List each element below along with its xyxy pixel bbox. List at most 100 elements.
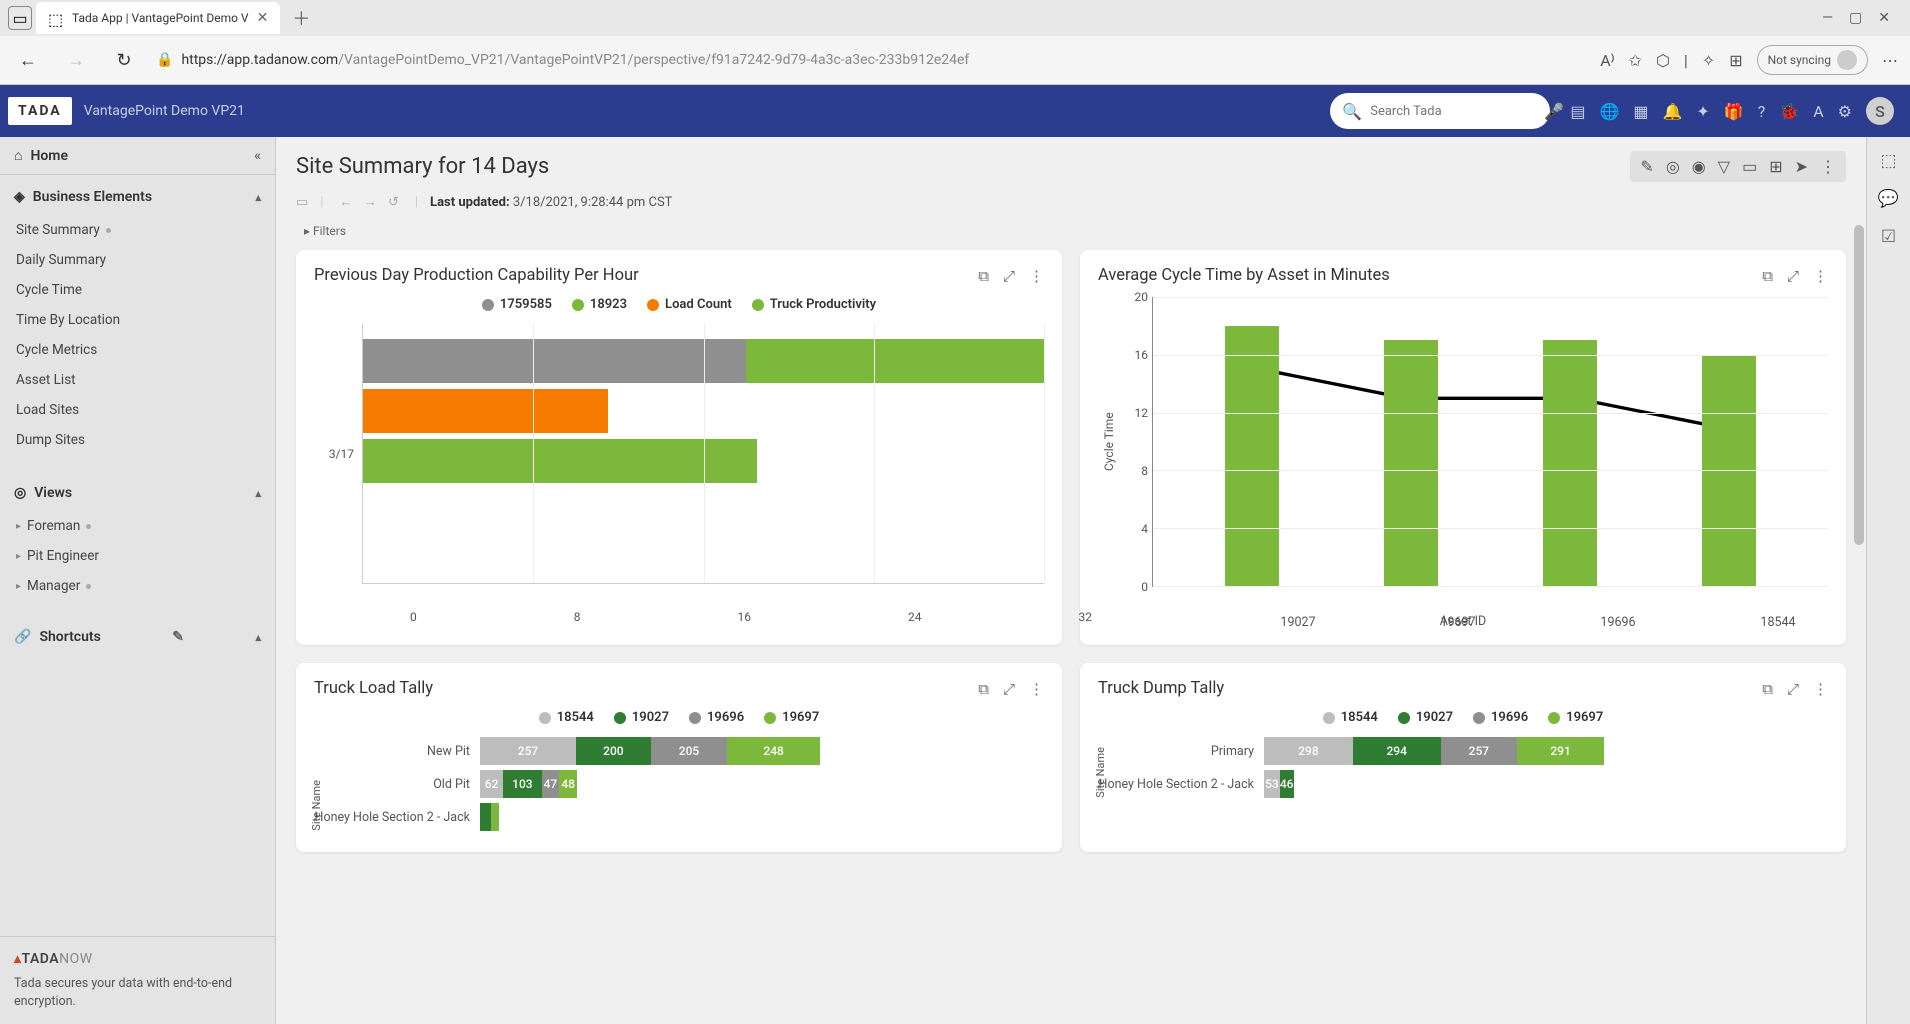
address-bar[interactable]: 🔒 https://app.tadanow.com/VantagePointDe… xyxy=(156,52,1584,68)
help-icon[interactable]: ? xyxy=(1758,102,1766,121)
view-toggle-icon[interactable]: ▭ xyxy=(296,195,308,210)
edit-icon[interactable]: ✎ xyxy=(1640,157,1653,176)
bell-icon[interactable]: 🔔 xyxy=(1662,102,1682,121)
sidebar-item[interactable]: Dump Sites xyxy=(16,425,261,455)
legend-item[interactable]: 19696 xyxy=(689,710,744,725)
back-icon[interactable]: ← xyxy=(335,195,356,210)
sidebar-item[interactable]: Cycle Time xyxy=(16,275,261,305)
more-icon[interactable]: ⋮ xyxy=(1813,267,1828,285)
sidebar-item[interactable]: Asset List xyxy=(16,365,261,395)
app-logo[interactable]: TADA xyxy=(8,97,72,125)
filters-toggle[interactable]: ▸ Filters xyxy=(296,220,1846,250)
legend-item[interactable]: 19697 xyxy=(764,710,819,725)
sidebar-item[interactable]: ▸Pit Engineer xyxy=(16,541,261,571)
sidebar-item[interactable]: Load Sites xyxy=(16,395,261,425)
collections-icon[interactable]: ⊞ xyxy=(1729,51,1742,70)
card-cycle-time: Average Cycle Time by Asset in Minutes ⧉… xyxy=(1080,250,1846,645)
section-header-views[interactable]: ◎ Views ▴ xyxy=(14,481,261,505)
shortcuts-label: Shortcuts xyxy=(39,629,100,645)
tab-actions-icon[interactable]: ▭ xyxy=(8,6,32,30)
pin-icon[interactable]: ◉ xyxy=(1692,157,1706,176)
bug-icon[interactable]: 🐞 xyxy=(1779,102,1799,121)
legend-item[interactable]: Load Count xyxy=(647,297,732,312)
sync-badge[interactable]: Not syncing xyxy=(1757,45,1868,75)
forward-button[interactable]: → xyxy=(60,44,92,76)
send-icon[interactable]: ➤ xyxy=(1795,157,1808,176)
legend-item[interactable]: 19696 xyxy=(1473,710,1528,725)
more-icon[interactable]: ⋯ xyxy=(1882,51,1898,70)
copy-icon[interactable]: ⧉ xyxy=(978,680,989,698)
forward-icon[interactable]: → xyxy=(360,195,381,210)
font-icon[interactable]: A xyxy=(1813,102,1823,121)
card-title: Truck Dump Tally xyxy=(1098,679,1762,698)
section-header-shortcuts[interactable]: 🔗 Shortcuts ✎ ▴ xyxy=(14,627,261,647)
expand-icon[interactable]: ⤢ xyxy=(1003,680,1015,698)
browser-tab[interactable]: ⬚ Tada App | VantagePoint Demo V ✕ xyxy=(36,2,280,34)
legend-item[interactable]: 18544 xyxy=(1323,710,1378,725)
mic-icon[interactable]: 🎤 xyxy=(1544,102,1564,121)
sidebar-item[interactable]: ▸Foreman xyxy=(16,511,261,541)
read-aloud-icon[interactable]: A⁾ xyxy=(1600,51,1614,70)
sidebar-item[interactable]: Time By Location xyxy=(16,305,261,335)
chevron-up-icon: ▴ xyxy=(255,487,261,500)
sidebar-section-views: ◎ Views ▴ ▸Foreman▸Pit Engineer▸Manager xyxy=(0,471,275,617)
more-icon[interactable]: ⋮ xyxy=(1029,267,1044,285)
expand-icon[interactable]: ⤢ xyxy=(1787,680,1799,698)
sidebar-item[interactable]: ▸Manager xyxy=(16,571,261,601)
close-window-icon[interactable]: ✕ xyxy=(1878,10,1890,26)
copy-icon[interactable]: ⧉ xyxy=(1762,680,1773,698)
card-icon[interactable]: ▤ xyxy=(1570,102,1585,121)
footer-text: Tada secures your data with end-to-end e… xyxy=(14,975,261,1010)
star-icon[interactable]: ✩ xyxy=(1629,51,1642,70)
legend-item[interactable]: Truck Productivity xyxy=(752,297,876,312)
globe-icon[interactable]: 🌐 xyxy=(1599,102,1619,121)
favorites-icon[interactable]: ✧ xyxy=(1702,51,1715,70)
toggle-icon[interactable]: ⬚ xyxy=(1880,151,1896,171)
expand-icon[interactable]: ⤢ xyxy=(1003,267,1015,285)
layout-icon[interactable]: ⊞ xyxy=(1769,157,1782,176)
maximize-icon[interactable]: ▢ xyxy=(1849,10,1862,26)
copy-icon[interactable]: ⧉ xyxy=(1762,267,1773,285)
legend-item[interactable]: 18544 xyxy=(539,710,594,725)
search-input[interactable] xyxy=(1370,104,1536,119)
search-box[interactable]: 🔍 🎤 xyxy=(1330,93,1550,129)
gear-icon[interactable]: ⚙ xyxy=(1838,102,1852,121)
extension-icon[interactable]: ⬡ xyxy=(1656,51,1670,70)
history-icon[interactable]: ↺ xyxy=(384,195,403,210)
present-icon[interactable]: ▭ xyxy=(1742,157,1757,176)
close-tab-icon[interactable]: ✕ xyxy=(257,10,269,26)
expand-icon[interactable]: ⤢ xyxy=(1787,267,1799,285)
edit-shortcuts-icon[interactable]: ✎ xyxy=(172,629,184,645)
more-icon[interactable]: ⋮ xyxy=(1029,680,1044,698)
sidebar-home[interactable]: ⌂ Home « xyxy=(0,137,275,175)
scrollbar[interactable] xyxy=(1854,225,1864,545)
section-header-business[interactable]: ◈ Business Elements ▴ xyxy=(14,185,261,209)
legend-item[interactable]: 1759585 xyxy=(482,297,552,312)
check-icon[interactable]: ☑ xyxy=(1881,227,1896,247)
more-icon[interactable]: ⋮ xyxy=(1820,157,1836,176)
legend-item[interactable]: 18923 xyxy=(572,297,627,312)
grid-icon[interactable]: ▦ xyxy=(1633,102,1648,121)
legend-item[interactable]: 19027 xyxy=(1398,710,1453,725)
minimize-icon[interactable]: — xyxy=(1822,10,1833,26)
filter-icon[interactable]: ▽ xyxy=(1718,157,1730,176)
legend-item[interactable]: 19027 xyxy=(614,710,669,725)
back-button[interactable]: ← xyxy=(12,44,44,76)
refresh-button[interactable]: ↻ xyxy=(108,44,140,76)
collapse-sidebar-icon[interactable]: « xyxy=(254,148,261,164)
legend-item[interactable]: 19697 xyxy=(1548,710,1603,725)
sparkle-icon[interactable]: ✦ xyxy=(1696,102,1709,121)
views-label: Views xyxy=(34,485,72,501)
chat-icon[interactable]: 💬 xyxy=(1878,189,1899,209)
copy-icon[interactable]: ⧉ xyxy=(978,267,989,285)
sidebar-item[interactable]: Daily Summary xyxy=(16,245,261,275)
compass-icon[interactable]: ◎ xyxy=(1666,157,1680,176)
sidebar-item[interactable]: Site Summary xyxy=(16,215,261,245)
page-title: Site Summary for 14 Days xyxy=(296,154,549,179)
y-axis-label: Cycle Time xyxy=(1098,297,1120,587)
new-tab-button[interactable]: ＋ xyxy=(284,5,318,31)
user-avatar[interactable]: S xyxy=(1866,97,1894,125)
more-icon[interactable]: ⋮ xyxy=(1813,680,1828,698)
gift-icon[interactable]: 🎁 xyxy=(1724,102,1744,121)
sidebar-item[interactable]: Cycle Metrics xyxy=(16,335,261,365)
